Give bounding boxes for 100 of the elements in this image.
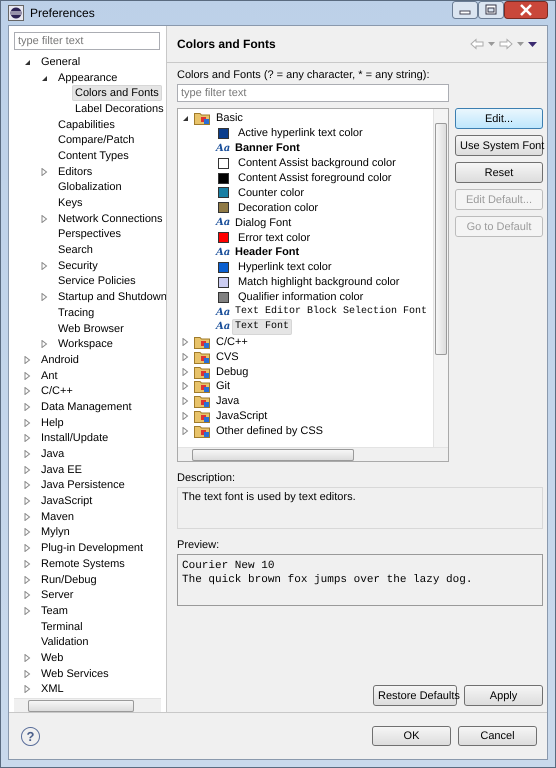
- collapsed-arrow-icon[interactable]: [182, 368, 189, 376]
- collapsed-arrow-icon[interactable]: [24, 544, 31, 552]
- maximize-icon[interactable]: [478, 1, 504, 19]
- tree-item[interactable]: Basic: [213, 110, 246, 126]
- dialog-button[interactable]: Cancel: [458, 726, 537, 746]
- tree-item[interactable]: Ant: [38, 368, 61, 384]
- collapsed-arrow-icon[interactable]: [24, 481, 31, 490]
- filter-field[interactable]: type filter text: [14, 32, 160, 50]
- tree-item[interactable]: Editors: [55, 164, 96, 180]
- tree-item[interactable]: Content Types: [55, 148, 132, 164]
- collapsed-arrow-icon[interactable]: [24, 560, 31, 568]
- tree-item[interactable]: Qualifier information color: [235, 289, 366, 306]
- tree-item[interactable]: Security: [55, 258, 101, 274]
- horizontal-scrollbar[interactable]: [178, 447, 448, 461]
- view-menu-icon[interactable]: [528, 42, 537, 46]
- action-button[interactable]: Reset: [455, 162, 543, 183]
- collapsed-arrow-icon[interactable]: [182, 412, 189, 420]
- tree-item[interactable]: C/C++: [213, 334, 251, 350]
- collapsed-arrow-icon[interactable]: [41, 214, 48, 223]
- tree-item[interactable]: Web: [38, 650, 66, 666]
- expanded-arrow-icon[interactable]: [24, 58, 31, 66]
- tree-item[interactable]: Search: [55, 242, 96, 258]
- tree-item[interactable]: Android: [38, 352, 82, 368]
- tree-item[interactable]: Java: [38, 446, 68, 462]
- tree-item[interactable]: Appearance: [55, 70, 120, 86]
- tree-item[interactable]: Java Persistence: [38, 477, 128, 494]
- tree-item[interactable]: Perspectives: [55, 226, 124, 242]
- tree-item[interactable]: Label Decorations: [72, 100, 166, 117]
- tree-item[interactable]: Content Assist background color: [235, 155, 399, 172]
- collapsed-arrow-icon[interactable]: [24, 450, 31, 458]
- collapsed-arrow-icon[interactable]: [182, 427, 189, 436]
- tree-item[interactable]: Java: [213, 393, 242, 410]
- tree-item[interactable]: Active hyperlink text color: [235, 125, 366, 142]
- collapsed-arrow-icon[interactable]: [24, 606, 31, 615]
- action-button[interactable]: Apply: [464, 685, 543, 706]
- tree-item[interactable]: C/C++: [38, 383, 76, 400]
- collapsed-arrow-icon[interactable]: [182, 382, 189, 390]
- tree-item[interactable]: Other defined by CSS: [213, 423, 326, 440]
- tree-item[interactable]: Java EE: [38, 462, 85, 478]
- tree-item[interactable]: Run/Debug: [38, 572, 100, 588]
- dialog-button[interactable]: OK: [372, 726, 451, 746]
- tree-item[interactable]: Workspace: [55, 336, 116, 352]
- collapsed-arrow-icon[interactable]: [182, 397, 189, 406]
- collapsed-arrow-icon[interactable]: [24, 591, 31, 600]
- tree-item[interactable]: Git: [213, 378, 234, 394]
- action-button[interactable]: Use System Font: [455, 135, 543, 156]
- tree-item[interactable]: Globalization: [55, 179, 125, 196]
- tree-item[interactable]: Banner Font: [232, 140, 303, 156]
- minimize-icon[interactable]: [452, 1, 478, 19]
- collapsed-arrow-icon[interactable]: [24, 654, 31, 662]
- tree-item[interactable]: Counter color: [235, 184, 308, 201]
- tree-item[interactable]: Server: [38, 587, 76, 604]
- collapsed-arrow-icon[interactable]: [24, 387, 31, 396]
- action-button[interactable]: Edit...: [455, 108, 543, 129]
- collapsed-arrow-icon[interactable]: [24, 372, 31, 380]
- help-icon[interactable]: ?: [21, 726, 40, 746]
- tree-item[interactable]: Keys: [55, 195, 86, 212]
- tree-item[interactable]: Compare/Patch: [55, 132, 138, 148]
- tree-item[interactable]: Web Browser: [55, 320, 127, 337]
- tree-item[interactable]: Web Services: [38, 666, 112, 682]
- tree-item[interactable]: Network Connections: [55, 210, 166, 227]
- collapsed-arrow-icon[interactable]: [24, 418, 31, 427]
- collapsed-arrow-icon[interactable]: [24, 528, 31, 536]
- collapsed-arrow-icon[interactable]: [24, 685, 31, 694]
- tree-item[interactable]: Remote Systems: [38, 556, 128, 572]
- dropdown-icon[interactable]: [488, 42, 495, 46]
- collapsed-arrow-icon[interactable]: [24, 576, 31, 584]
- tree-item[interactable]: Content Assist foreground color: [235, 170, 394, 186]
- collapsed-arrow-icon[interactable]: [24, 466, 31, 474]
- tree-item[interactable]: Header Font: [232, 244, 302, 260]
- tree-item[interactable]: Debug: [213, 364, 252, 380]
- forward-arrow-icon[interactable]: [499, 38, 513, 50]
- filter-field[interactable]: type filter text: [177, 84, 449, 102]
- horizontal-scrollbar[interactable]: [14, 698, 161, 712]
- tree-item[interactable]: Tracing: [55, 304, 98, 321]
- collapsed-arrow-icon[interactable]: [24, 670, 31, 678]
- tree-item[interactable]: Decoration color: [235, 200, 322, 216]
- tree-item[interactable]: Help: [38, 414, 67, 431]
- action-button[interactable]: Restore Defaults: [373, 685, 457, 706]
- tree-item[interactable]: JavaScript: [38, 493, 96, 510]
- tree-item[interactable]: JavaScript: [213, 408, 270, 424]
- tree-item[interactable]: CVS: [213, 348, 242, 365]
- tree-item[interactable]: Text Font: [232, 318, 292, 335]
- close-icon[interactable]: [504, 1, 548, 19]
- tree-item[interactable]: Team: [38, 602, 71, 619]
- back-arrow-icon[interactable]: [470, 38, 484, 50]
- tree-item[interactable]: Capabilities: [55, 116, 118, 133]
- collapsed-arrow-icon[interactable]: [41, 262, 48, 270]
- tree-item[interactable]: Error text color: [235, 230, 314, 246]
- collapsed-arrow-icon[interactable]: [24, 402, 31, 411]
- collapsed-arrow-icon[interactable]: [41, 340, 48, 348]
- collapsed-arrow-icon[interactable]: [182, 352, 189, 361]
- collapsed-arrow-icon[interactable]: [41, 293, 48, 302]
- tree-item[interactable]: Colors and Fonts: [72, 85, 162, 102]
- expanded-arrow-icon[interactable]: [182, 114, 189, 122]
- dropdown-icon[interactable]: [517, 42, 524, 46]
- tree-item[interactable]: Text Editor Block Selection Font: [232, 304, 430, 320]
- tree-item[interactable]: XML: [38, 681, 67, 698]
- collapsed-arrow-icon[interactable]: [24, 497, 31, 506]
- tree-item[interactable]: Validation: [38, 634, 92, 650]
